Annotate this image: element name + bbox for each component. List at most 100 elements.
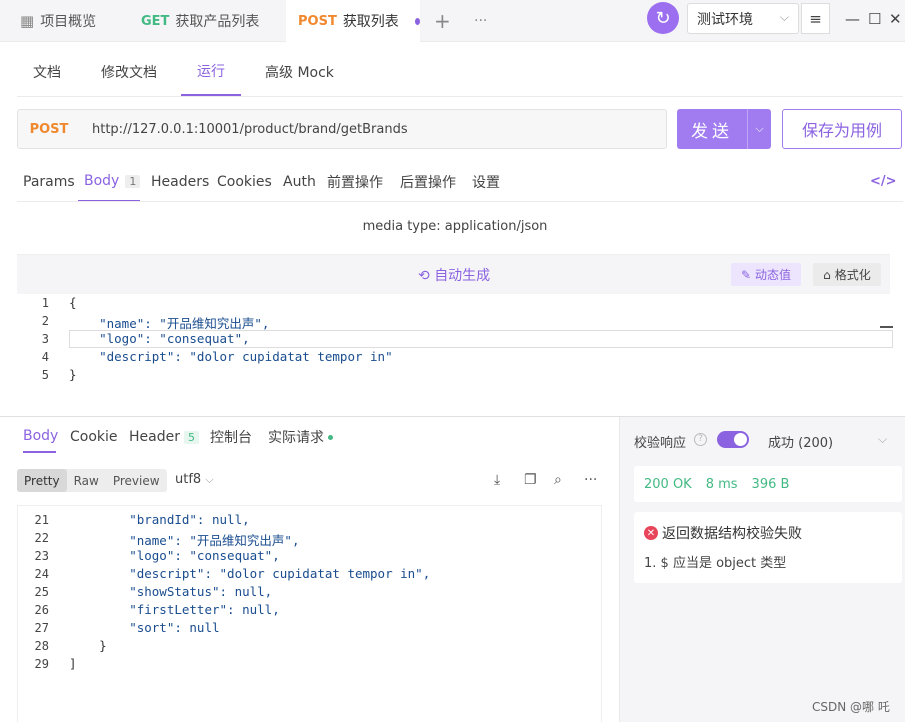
send-button[interactable]: 发送 ⌵ (677, 109, 771, 149)
code-line: ] (69, 656, 77, 671)
validate-toggle[interactable] (717, 431, 749, 448)
code-line: "logo": "consequat", (69, 548, 280, 563)
response-size: 396 B (751, 476, 790, 492)
failure-title: ✕ 返回数据结构校验失败 (644, 523, 802, 543)
code-line: "sort": null (69, 620, 220, 635)
dynamic-value-label: 动态值 (755, 268, 792, 282)
search-icon[interactable]: ⌕ (554, 472, 562, 488)
minimize-icon[interactable]: — (845, 10, 860, 28)
post-method-label: POST (298, 13, 337, 29)
save-as-case-button[interactable]: 保存为用例 (782, 109, 902, 149)
media-type-label: media type: application/json (362, 219, 548, 234)
tab-body[interactable]: Body 1 (78, 162, 141, 202)
code-line: "logo": "consequat", (69, 331, 250, 346)
scroll-marker (880, 326, 893, 328)
subtab-run[interactable]: 运行 (181, 48, 241, 96)
more-icon[interactable]: ··· (584, 472, 597, 488)
code-line: "firstLetter": null, (69, 602, 280, 617)
line-number: 22 (34, 531, 49, 545)
copy-icon[interactable]: ❐ (524, 472, 537, 488)
line-number: 21 (34, 513, 49, 527)
maximize-icon[interactable]: ☐ (868, 10, 881, 28)
validation-failure-box: ✕ 返回数据结构校验失败 1. $ 应当是 object 类型 (634, 512, 902, 583)
view-preview[interactable]: Preview (106, 469, 167, 492)
count-badge: 1 (125, 174, 141, 188)
line-number: 23 (34, 549, 49, 563)
code-line: "name": "开品维知究出声", (69, 533, 300, 548)
tab-cookies[interactable]: Cookies (217, 162, 272, 202)
get-method-label: GET (141, 13, 170, 29)
subtab-edit-docs[interactable]: 修改文档 (101, 48, 157, 96)
resp-tab-cookie[interactable]: Cookie (70, 421, 118, 453)
view-mode-switch: Pretty Raw Preview (17, 469, 167, 492)
encoding-select[interactable]: utf8 ⌵ (175, 472, 214, 487)
code-line: "descript": "dolor cupidatat tempor in", (69, 566, 431, 581)
code-line: "brandId": null, (69, 512, 250, 527)
resp-tab-body[interactable]: Body (23, 421, 58, 453)
code-icon[interactable]: </> (870, 174, 897, 189)
subtab-docs[interactable]: 文档 (33, 48, 61, 96)
auto-generate-button[interactable]: ⟲ 自动生成 (418, 265, 490, 285)
count-badge: 5 (183, 430, 199, 444)
tab-label: 获取产品列表 (175, 14, 260, 30)
resp-tab-header[interactable]: Header 5 (129, 421, 199, 453)
view-pretty[interactable]: Pretty (17, 469, 67, 492)
resp-tab-console[interactable]: 控制台 (210, 421, 252, 453)
tab-params[interactable]: Params (23, 162, 75, 202)
request-method[interactable]: POST (18, 122, 80, 137)
tab-label: 实际请求 (268, 430, 324, 446)
divider (17, 96, 903, 97)
encoding-value: utf8 (175, 472, 202, 487)
view-raw[interactable]: Raw (67, 469, 106, 492)
code-line: { (69, 295, 77, 310)
more-tabs-button[interactable]: ··· (474, 0, 487, 42)
chevron-down-icon: ⌵ (779, 10, 789, 24)
add-tab-button[interactable]: + (434, 0, 451, 42)
line-number: 24 (34, 567, 49, 581)
line-number: 5 (41, 368, 49, 382)
line-number: 29 (34, 657, 49, 671)
download-icon[interactable]: ⤓ (494, 472, 500, 488)
code-line: } (69, 638, 107, 653)
hamburger-icon: ≡ (809, 9, 822, 28)
resp-tab-actual-request[interactable]: 实际请求 (268, 421, 333, 453)
response-time: 8 ms (705, 476, 738, 492)
menu-button[interactable]: ≡ (801, 3, 830, 34)
validate-response-label: 校验响应 (634, 436, 687, 451)
tab-get-product-list[interactable]: GET 获取产品列表 (141, 0, 259, 42)
line-number: 2 (41, 314, 49, 328)
environment-select[interactable]: 测试环境 ⌵ (687, 3, 799, 34)
failure-item: 1. $ 应当是 object 类型 (644, 556, 787, 571)
code-line: "showStatus": null, (69, 584, 273, 599)
tab-pre-operations[interactable]: 前置操作 (327, 162, 383, 202)
format-button[interactable]: ⌂ 格式化 (813, 263, 881, 286)
tab-headers[interactable]: Headers (151, 162, 209, 202)
tab-project-overview[interactable]: ▦ 项目概览 (20, 0, 96, 42)
tab-label: 项目概览 (40, 14, 97, 30)
tab-post-get-list[interactable]: POST 获取列表 (286, 0, 420, 42)
chevron-down-icon[interactable]: ⌵ (748, 122, 771, 136)
failure-title-text: 返回数据结构校验失败 (662, 526, 802, 542)
tab-label: 获取列表 (342, 14, 399, 30)
close-icon[interactable]: ✕ (889, 10, 902, 28)
code-line: } (69, 367, 77, 382)
subtab-advanced-mock[interactable]: 高级 Mock (265, 48, 334, 96)
dynamic-value-button[interactable]: ✎ 动态值 (731, 263, 801, 286)
tab-settings[interactable]: 设置 (472, 162, 500, 202)
send-label: 发送 (691, 121, 733, 142)
environment-icon[interactable]: ↻ (647, 2, 679, 34)
environment-name: 测试环境 (697, 11, 753, 28)
line-number: 25 (34, 585, 49, 599)
divider (17, 201, 903, 202)
tab-post-operations[interactable]: 后置操作 (400, 162, 456, 202)
status-dot-icon (328, 434, 333, 440)
url-input[interactable]: http://127.0.0.1:10001/product/brand/get… (92, 122, 408, 137)
format-icon: ⌂ (823, 267, 831, 282)
chevron-down-icon[interactable]: ⌵ (878, 432, 887, 447)
format-label: 格式化 (834, 268, 871, 282)
tab-auth[interactable]: Auth (283, 162, 316, 202)
unsaved-dot-icon (414, 17, 420, 25)
help-icon[interactable]: ? (694, 433, 707, 446)
line-number: 1 (41, 296, 49, 310)
url-bar: POST http://127.0.0.1:10001/product/bran… (17, 109, 667, 149)
